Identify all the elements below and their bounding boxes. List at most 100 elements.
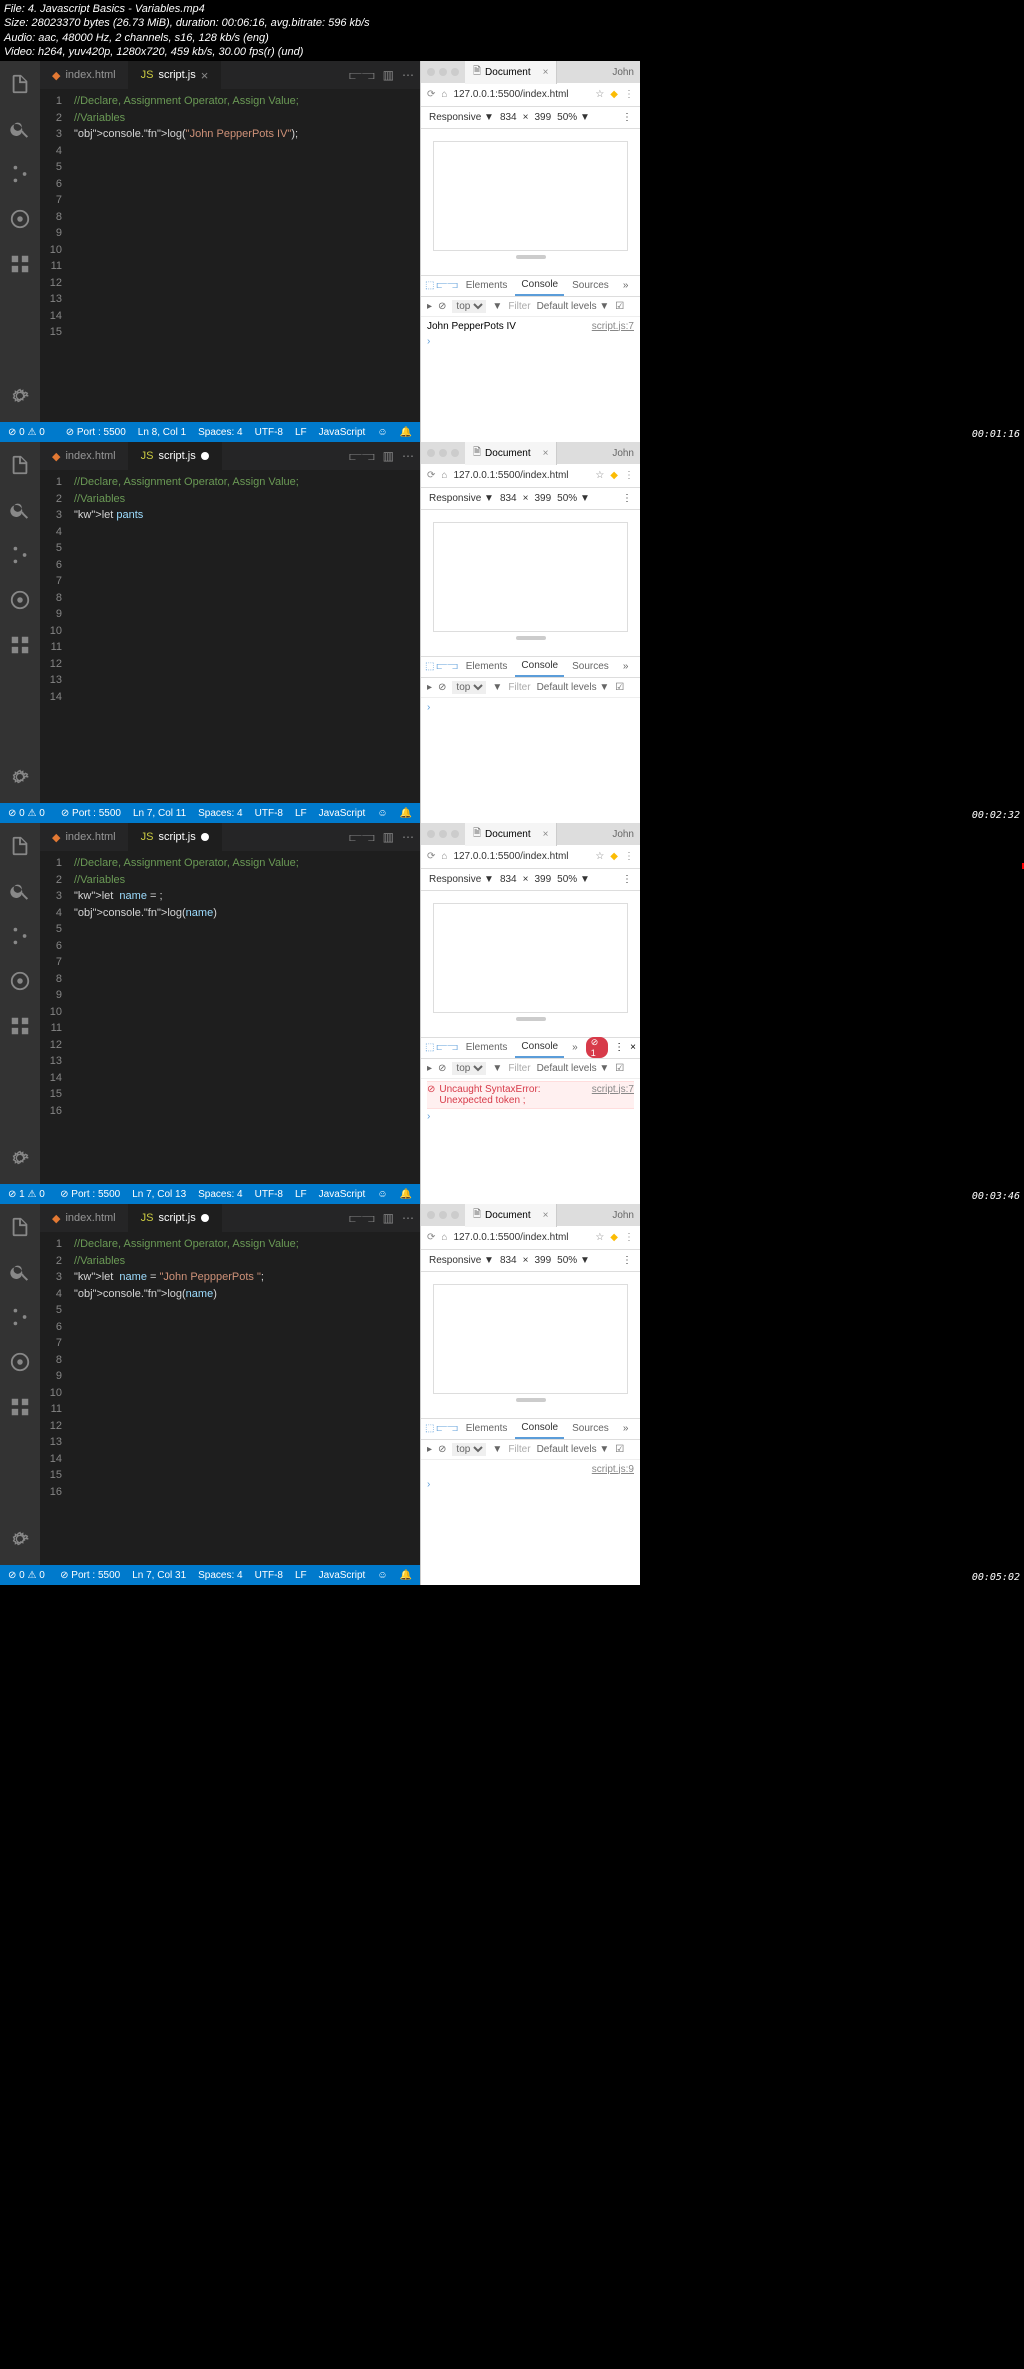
status-port[interactable]: ⊘ Port : 5500 (66, 427, 126, 438)
status-errors[interactable]: ⊘ 0 ⚠ 0 (8, 1570, 45, 1581)
drag-handle[interactable] (516, 255, 546, 259)
tab-script-js[interactable]: JSscript.js× (129, 61, 222, 89)
status-feedback-icon[interactable]: ☺ (377, 1570, 387, 1581)
status-feedback-icon[interactable]: ☺ (377, 1189, 387, 1200)
menu-icon[interactable]: ⋮ (624, 1232, 634, 1243)
browser-user[interactable]: John (612, 829, 640, 840)
more-icon[interactable]: ⋯ (402, 68, 414, 82)
levels-select[interactable]: Default levels ▼ (537, 1444, 610, 1455)
clear-console-icon[interactable]: ⊘ (438, 301, 446, 312)
devtools-tab-elements[interactable]: Elements (460, 657, 514, 676)
menu-icon[interactable]: ⋮ (624, 470, 634, 481)
files-icon[interactable] (9, 73, 31, 100)
close-icon[interactable]: × (543, 67, 549, 78)
search-icon[interactable] (9, 1261, 31, 1288)
browser-user[interactable]: John (612, 1210, 640, 1221)
responsive-menu-icon[interactable]: ⋮ (622, 112, 632, 123)
code-content[interactable]: //Declare, Assignment Operator, Assign V… (70, 851, 420, 1184)
viewport-height[interactable]: 399 (534, 874, 551, 885)
devtools-tab-elements[interactable]: Elements (460, 1038, 514, 1057)
device-select[interactable]: Responsive ▼ (429, 112, 494, 123)
status-cursor[interactable]: Ln 8, Col 1 (138, 427, 186, 438)
console-sidebar-icon[interactable]: ▸ (427, 1063, 432, 1074)
device-select[interactable]: Responsive ▼ (429, 493, 494, 504)
status-port[interactable]: ⊘ Port : 5500 (61, 808, 121, 819)
files-icon[interactable] (9, 835, 31, 862)
git-icon[interactable] (9, 163, 31, 190)
search-icon[interactable] (9, 118, 31, 145)
split-icon[interactable]: ▥ (383, 830, 394, 844)
ext-icon[interactable]: ◆ (610, 851, 618, 862)
modified-icon[interactable] (201, 1214, 209, 1222)
context-select[interactable]: top (452, 300, 486, 313)
status-errors[interactable]: ⊘ 0 ⚠ 0 (8, 808, 45, 819)
close-icon[interactable]: × (201, 68, 209, 83)
viewport-height[interactable]: 399 (534, 112, 551, 123)
status-errors[interactable]: ⊘ 0 ⚠ 0 (8, 427, 45, 438)
status-lang[interactable]: JavaScript (319, 427, 366, 438)
browser-user[interactable]: John (612, 67, 640, 78)
code-content[interactable]: //Declare, Assignment Operator, Assign V… (70, 1232, 420, 1565)
devtools-tab-sources[interactable]: Sources (566, 276, 615, 295)
window-controls[interactable] (421, 68, 465, 76)
console-prompt[interactable]: › (427, 1109, 634, 1124)
devtools-device-icon[interactable]: ⫍⫎ (436, 1042, 457, 1053)
status-encoding[interactable]: UTF-8 (255, 1189, 283, 1200)
tab-index-html[interactable]: ◆index.html (40, 61, 129, 89)
compare-icon[interactable]: ⫍⫎ (349, 1211, 375, 1226)
responsive-menu-icon[interactable]: ⋮ (622, 1255, 632, 1266)
drag-handle[interactable] (516, 1017, 546, 1021)
star-icon[interactable]: ☆ (595, 89, 604, 100)
console-sidebar-icon[interactable]: ▸ (427, 1444, 432, 1455)
page-canvas[interactable] (433, 141, 628, 251)
devtools-tab-console[interactable]: Console (515, 656, 564, 677)
menu-icon[interactable]: ⋮ (624, 851, 634, 862)
status-spaces[interactable]: Spaces: 4 (198, 427, 242, 438)
devtools-more[interactable]: » (617, 1419, 635, 1438)
star-icon[interactable]: ☆ (595, 470, 604, 481)
debug-icon[interactable] (9, 970, 31, 997)
devtools-select-icon[interactable]: ⬚ (425, 1423, 434, 1434)
viewport-width[interactable]: 834 (500, 112, 517, 123)
browser-tab[interactable]: 🗎Document× (465, 823, 557, 846)
status-cursor[interactable]: Ln 7, Col 13 (132, 1189, 186, 1200)
status-eol[interactable]: LF (295, 1570, 307, 1581)
context-select[interactable]: top (452, 681, 486, 694)
code-editor[interactable]: 12345678910111213141516 //Declare, Assig… (40, 851, 420, 1184)
settings-checkbox[interactable]: ☑ (615, 301, 624, 312)
status-lang[interactable]: JavaScript (319, 1570, 366, 1581)
more-icon[interactable]: ⋯ (402, 449, 414, 463)
star-icon[interactable]: ☆ (595, 1232, 604, 1243)
levels-select[interactable]: Default levels ▼ (537, 301, 610, 312)
console-body[interactable]: script.js:9› (421, 1460, 640, 1586)
browser-tab[interactable]: 🗎Document× (465, 61, 557, 84)
search-icon[interactable] (9, 880, 31, 907)
url-input[interactable] (453, 470, 589, 481)
url-input[interactable] (453, 851, 589, 862)
split-icon[interactable]: ▥ (383, 449, 394, 463)
git-icon[interactable] (9, 1306, 31, 1333)
tab-script-js[interactable]: JSscript.js (129, 1204, 222, 1232)
ext-icon[interactable]: ◆ (610, 470, 618, 481)
extensions-icon[interactable] (9, 1015, 31, 1042)
context-select[interactable]: top (452, 1062, 486, 1075)
status-cursor[interactable]: Ln 7, Col 11 (133, 808, 186, 819)
home-icon[interactable]: ⌂ (441, 89, 447, 100)
compare-icon[interactable]: ⫍⫎ (349, 68, 375, 83)
devtools-select-icon[interactable]: ⬚ (425, 1042, 434, 1053)
status-eol[interactable]: LF (295, 427, 307, 438)
status-encoding[interactable]: UTF-8 (255, 1570, 283, 1581)
files-icon[interactable] (9, 1216, 31, 1243)
browser-tab[interactable]: 🗎Document× (465, 442, 557, 465)
filter-input[interactable]: Filter (508, 301, 530, 312)
devtools-device-icon[interactable]: ⫍⫎ (436, 280, 457, 291)
status-errors[interactable]: ⊘ 1 ⚠ 0 (8, 1189, 45, 1200)
status-bell-icon[interactable]: 🔔 (400, 1189, 412, 1200)
viewport-width[interactable]: 834 (500, 493, 517, 504)
window-controls[interactable] (421, 1211, 465, 1219)
home-icon[interactable]: ⌂ (441, 470, 447, 481)
tab-index-html[interactable]: ◆index.html (40, 442, 129, 470)
devtools-tab-elements[interactable]: Elements (460, 1419, 514, 1438)
settings-checkbox[interactable]: ☑ (615, 682, 624, 693)
ext-icon[interactable]: ◆ (610, 1232, 618, 1243)
